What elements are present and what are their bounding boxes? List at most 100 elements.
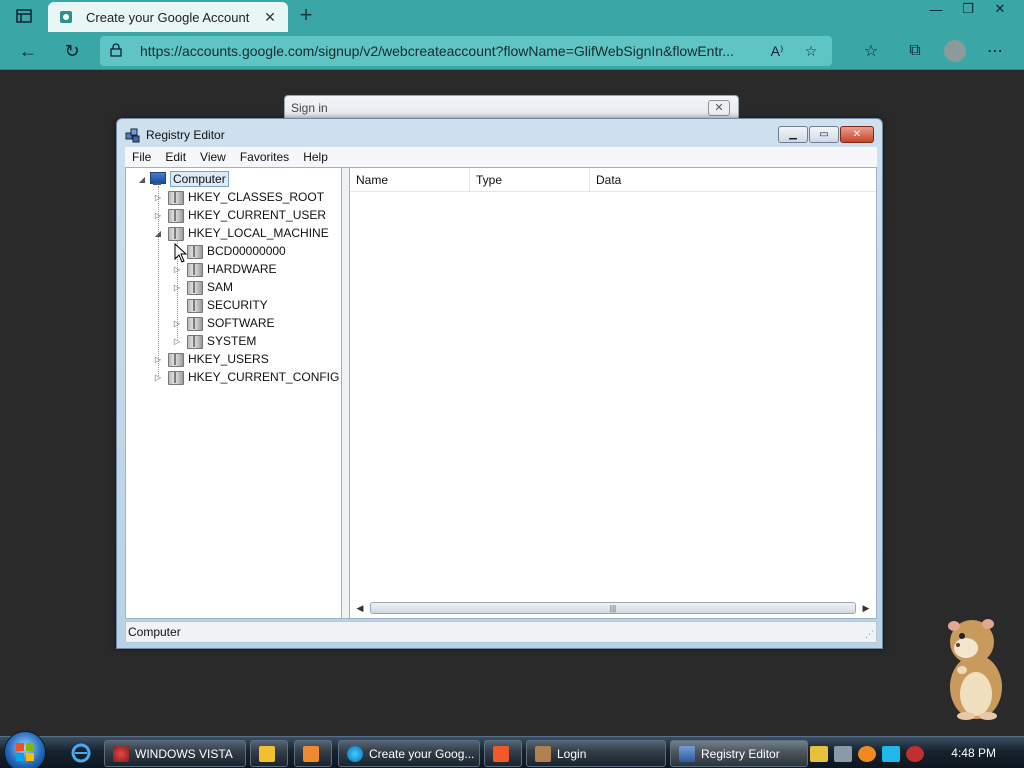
tree-item-label: SAM bbox=[207, 280, 234, 294]
expand-icon[interactable]: ▷ bbox=[152, 211, 164, 220]
status-bar: Computer ⋰ bbox=[125, 621, 877, 643]
taskbar-button-media[interactable] bbox=[250, 740, 288, 767]
folder-icon bbox=[187, 298, 203, 313]
maximize-button[interactable]: ▭ bbox=[809, 126, 839, 143]
folder-icon bbox=[187, 280, 203, 295]
close-button[interactable]: ✕ bbox=[840, 126, 874, 143]
url-text: https://accounts.google.com/signup/v2/we… bbox=[140, 43, 734, 59]
start-button[interactable] bbox=[4, 731, 46, 768]
scroll-track[interactable]: ||| bbox=[368, 601, 858, 615]
registry-window-controls: ▁ ▭ ✕ bbox=[778, 126, 874, 143]
tray-search-icon[interactable] bbox=[858, 745, 876, 762]
tree-item-bcd[interactable]: BCD00000000 bbox=[171, 242, 286, 260]
hamster-mascot-icon bbox=[948, 619, 1002, 720]
registry-body: ◢ Computer ▷ HKEY_CLASSES_ROOT ▷ HKEY_CU… bbox=[125, 167, 877, 619]
tray-network-icon[interactable] bbox=[882, 745, 900, 762]
expand-icon[interactable]: ▷ bbox=[171, 265, 183, 274]
read-aloud-icon[interactable]: A⁾ bbox=[766, 43, 788, 60]
taskbar-button-brave[interactable] bbox=[484, 740, 522, 767]
browser-window-controls: — ❐ ✕ bbox=[924, 0, 1012, 18]
horizontal-scrollbar[interactable]: ◀ ||| ▶ bbox=[352, 600, 874, 616]
tree-item-label: SECURITY bbox=[207, 298, 268, 312]
media-player-icon bbox=[259, 745, 275, 762]
expand-icon[interactable]: ▷ bbox=[171, 283, 183, 292]
tree-item-label: HKEY_USERS bbox=[188, 352, 269, 366]
tree-item-label: SOFTWARE bbox=[207, 316, 275, 330]
expand-icon[interactable]: ▷ bbox=[152, 373, 164, 382]
favorites-icon[interactable]: ☆ bbox=[856, 38, 886, 64]
expand-icon[interactable]: ▷ bbox=[152, 193, 164, 202]
menu-edit[interactable]: Edit bbox=[158, 150, 193, 164]
tree-item-software[interactable]: ▷ SOFTWARE bbox=[171, 314, 275, 332]
collections-icon[interactable]: ⧉ bbox=[900, 38, 930, 64]
taskbar-button-windows-vista[interactable]: WINDOWS VISTA bbox=[104, 740, 246, 767]
menu-favorites[interactable]: Favorites bbox=[233, 150, 296, 164]
taskbar-button-label: Registry Editor bbox=[701, 746, 780, 761]
signin-close-button[interactable]: ✕ bbox=[708, 100, 730, 116]
tree-item-label: HKEY_LOCAL_MACHINE bbox=[188, 226, 329, 240]
close-icon[interactable]: ✕ bbox=[988, 0, 1012, 18]
tree-item-system[interactable]: ▷ SYSTEM bbox=[171, 332, 256, 350]
tray-folder-icon[interactable] bbox=[810, 745, 828, 762]
taskbar-button-login[interactable]: Login bbox=[526, 740, 666, 767]
folder-icon bbox=[187, 244, 203, 259]
address-bar[interactable]: https://accounts.google.com/signup/v2/we… bbox=[100, 36, 832, 66]
tree-item-hkey-users[interactable]: ▷ HKEY_USERS bbox=[152, 350, 269, 368]
column-header-name[interactable]: Name bbox=[350, 168, 470, 192]
tree-item-hkey-current-config[interactable]: ▷ HKEY_CURRENT_CONFIG bbox=[152, 368, 339, 386]
tree-item-hkey-current-user[interactable]: ▷ HKEY_CURRENT_USER bbox=[152, 206, 326, 224]
pane-splitter[interactable] bbox=[342, 168, 350, 618]
refresh-icon[interactable]: ↻ bbox=[58, 38, 86, 64]
scroll-left-icon[interactable]: ◀ bbox=[352, 600, 368, 616]
registry-titlebar[interactable]: Registry Editor ▁ ▭ ✕ bbox=[117, 119, 882, 149]
taskbar-clock[interactable]: 4:48 PM bbox=[951, 746, 996, 760]
taskbar-button-label: Login bbox=[557, 746, 587, 761]
menu-view[interactable]: View bbox=[193, 150, 233, 164]
tab-close-icon[interactable]: ✕ bbox=[262, 9, 278, 26]
tab-actions-icon[interactable] bbox=[8, 6, 40, 26]
add-favorite-icon[interactable]: ☆ bbox=[800, 43, 822, 60]
taskbar-button-edge[interactable]: Create your Goog... bbox=[338, 740, 480, 767]
expand-icon[interactable]: ▷ bbox=[152, 355, 164, 364]
scroll-right-icon[interactable]: ▶ bbox=[858, 600, 874, 616]
tree-item-label: BCD00000000 bbox=[207, 244, 286, 258]
tree-item-label: HKEY_CURRENT_USER bbox=[188, 208, 327, 222]
browser-tab-active[interactable]: Create your Google Account ✕ bbox=[48, 2, 288, 32]
minimize-icon[interactable]: — bbox=[924, 0, 948, 18]
windows-logo-icon bbox=[16, 743, 34, 761]
resize-grip-icon[interactable]: ⋰ bbox=[865, 629, 874, 640]
minimize-button[interactable]: ▁ bbox=[778, 126, 808, 143]
folder-icon bbox=[168, 226, 184, 241]
internet-explorer-icon[interactable] bbox=[70, 742, 92, 764]
tree-item-hkey-classes-root[interactable]: ▷ HKEY_CLASSES_ROOT bbox=[152, 188, 324, 206]
column-header-data[interactable]: Data bbox=[590, 168, 876, 192]
app-icon bbox=[113, 745, 129, 762]
back-arrow-icon[interactable]: ← bbox=[14, 38, 42, 64]
expand-icon[interactable]: ▷ bbox=[171, 337, 183, 346]
folder-icon bbox=[168, 352, 184, 367]
taskbar-button-app[interactable] bbox=[294, 740, 332, 767]
registry-editor-icon bbox=[125, 127, 141, 143]
column-header-type[interactable]: Type bbox=[470, 168, 590, 192]
scroll-thumb[interactable]: ||| bbox=[370, 602, 856, 614]
collapse-icon[interactable]: ◢ bbox=[152, 229, 164, 238]
new-tab-button[interactable]: + bbox=[296, 4, 316, 28]
tree-item-security[interactable]: SECURITY bbox=[171, 296, 268, 314]
tree-item-label: HKEY_CLASSES_ROOT bbox=[188, 190, 325, 204]
profile-avatar[interactable] bbox=[944, 40, 966, 62]
registry-tree: ◢ Computer ▷ HKEY_CLASSES_ROOT ▷ HKEY_CU… bbox=[126, 168, 342, 618]
tree-item-sam[interactable]: ▷ SAM bbox=[171, 278, 233, 296]
tree-item-hkey-local-machine[interactable]: ◢ HKEY_LOCAL_MACHINE bbox=[152, 224, 329, 242]
more-menu-icon[interactable]: ⋯ bbox=[980, 38, 1010, 64]
menu-help[interactable]: Help bbox=[296, 150, 335, 164]
restore-icon[interactable]: ❐ bbox=[956, 0, 980, 18]
collapse-icon[interactable]: ◢ bbox=[136, 175, 148, 184]
tray-app-icon[interactable] bbox=[834, 745, 852, 762]
tree-item-computer[interactable]: ◢ Computer bbox=[136, 170, 229, 188]
menu-file[interactable]: File bbox=[125, 150, 158, 164]
registry-editor-window: Registry Editor ▁ ▭ ✕ File Edit View Fav… bbox=[116, 118, 883, 649]
expand-icon[interactable]: ▷ bbox=[171, 319, 183, 328]
tray-record-icon[interactable] bbox=[906, 745, 924, 762]
tree-item-label: SYSTEM bbox=[207, 334, 257, 348]
taskbar-button-registry-editor[interactable]: Registry Editor bbox=[670, 740, 808, 767]
